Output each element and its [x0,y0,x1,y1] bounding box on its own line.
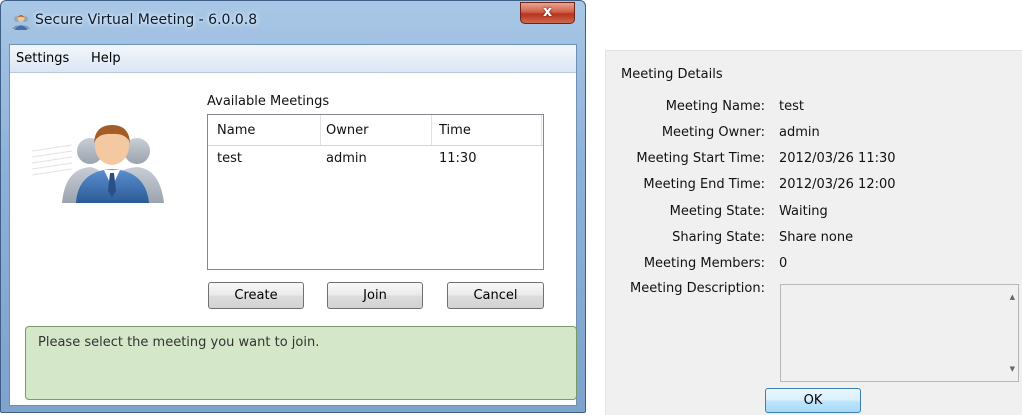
meeting-state-value: Waiting [779,204,828,219]
cell-meeting-time: 11:30 [439,151,477,166]
column-divider[interactable] [431,115,432,145]
status-message: Please select the meeting you want to jo… [38,335,320,350]
close-icon: x [542,4,553,20]
title-bar[interactable]: Secure Virtual Meeting - 6.0.0.8 x [1,1,585,43]
start-time-value: 2012/03/26 11:30 [779,151,896,166]
status-panel: Please select the meeting you want to jo… [25,326,577,400]
menu-help[interactable]: Help [91,51,121,66]
cancel-button[interactable]: Cancel [447,282,544,309]
available-meetings-label: Available Meetings [207,94,330,109]
meetings-table: Name Owner Time test admin 11:30 [207,114,544,270]
meeting-name-value: test [779,99,804,114]
meeting-description-label: Meeting Description: [630,281,765,296]
meeting-members-value: 0 [779,256,788,271]
meeting-details-dialog: Meeting Details Meeting Name: test Meeti… [605,50,1022,415]
cell-meeting-name: test [217,151,242,166]
column-divider[interactable] [541,115,542,145]
dialog-title: Meeting Details [621,67,723,82]
meeting-state-label: Meeting State: [669,204,765,219]
window-client-area: Settings Help Available Meetings Name Ow… [9,44,577,406]
menu-bar: Settings Help [10,45,576,73]
sharing-state-value: Share none [779,230,854,245]
column-header-owner[interactable]: Owner [326,123,368,138]
end-time-label: Meeting End Time: [643,177,765,192]
menu-settings[interactable]: Settings [16,51,69,66]
join-button[interactable]: Join [327,282,423,309]
meeting-avatar-icon [32,125,164,203]
end-time-value: 2012/03/26 12:00 [779,177,896,192]
main-window: Secure Virtual Meeting - 6.0.0.8 x Setti… [0,0,586,413]
column-divider[interactable] [320,115,321,145]
column-header-name[interactable]: Name [217,123,255,138]
table-row[interactable]: test admin 11:30 [208,147,543,169]
start-time-label: Meeting Start Time: [636,151,765,166]
create-button[interactable]: Create [208,282,304,309]
meeting-name-label: Meeting Name: [665,99,765,114]
meeting-owner-value: admin [779,125,820,140]
meeting-members-label: Meeting Members: [643,256,765,271]
meeting-owner-label: Meeting Owner: [661,125,765,140]
scroll-up-icon[interactable]: ▲ [1010,293,1015,301]
meeting-description-field[interactable]: ▲ ▼ [780,284,1019,382]
cell-meeting-owner: admin [326,151,367,166]
close-button[interactable]: x [520,2,575,24]
scroll-down-icon[interactable]: ▼ [1010,365,1015,373]
meeting-user-icon [12,14,30,30]
ok-button[interactable]: OK [765,388,861,413]
table-header: Name Owner Time [208,115,543,146]
column-header-time[interactable]: Time [439,123,471,138]
sharing-state-label: Sharing State: [672,230,765,245]
window-title: Secure Virtual Meeting - 6.0.0.8 [35,12,258,28]
